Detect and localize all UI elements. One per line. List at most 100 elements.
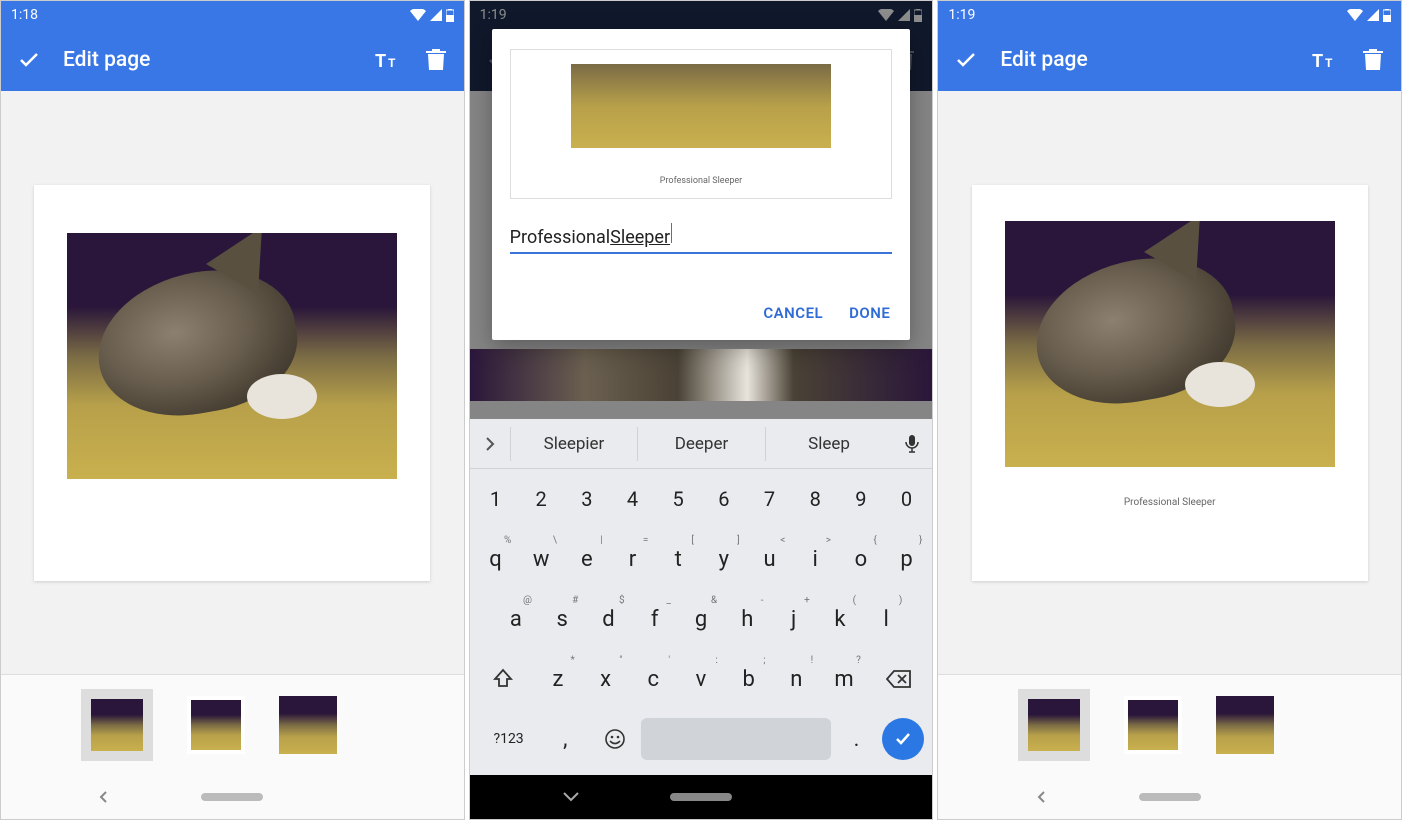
- key[interactable]: s#: [540, 593, 584, 645]
- key[interactable]: a@: [494, 593, 538, 645]
- key[interactable]: r=: [611, 533, 655, 585]
- key[interactable]: z*: [535, 653, 581, 705]
- svg-text:T: T: [1325, 56, 1333, 70]
- battery-icon: [1383, 9, 1391, 22]
- text-style-icon[interactable]: TT: [374, 46, 402, 74]
- page-preview[interactable]: Professional Sleeper: [972, 185, 1368, 581]
- thumbnail-item[interactable]: [81, 689, 153, 761]
- key[interactable]: c': [630, 653, 676, 705]
- page-title: Edit page: [63, 48, 354, 72]
- key[interactable]: t[: [656, 533, 700, 585]
- key[interactable]: b;: [726, 653, 772, 705]
- key[interactable]: y]: [702, 533, 746, 585]
- key[interactable]: 9: [839, 473, 883, 525]
- period-key[interactable]: .: [833, 713, 881, 765]
- emoji-key[interactable]: [591, 713, 639, 765]
- wifi-icon: [1347, 9, 1363, 21]
- svg-text:T: T: [388, 56, 396, 70]
- key[interactable]: k(: [818, 593, 862, 645]
- confirm-icon[interactable]: [15, 46, 43, 74]
- suggestion-item[interactable]: Deeper: [637, 427, 765, 461]
- delete-icon[interactable]: [1359, 46, 1387, 74]
- keyboard-hide-icon[interactable]: [562, 791, 580, 803]
- key[interactable]: o{: [839, 533, 883, 585]
- key[interactable]: n!: [774, 653, 820, 705]
- photo-image: [1005, 221, 1335, 467]
- page-caption: Professional Sleeper: [1124, 497, 1216, 508]
- shift-key[interactable]: [474, 653, 533, 705]
- key[interactable]: m?: [821, 653, 867, 705]
- suggestion-item[interactable]: Sleep: [765, 427, 893, 461]
- key[interactable]: l): [864, 593, 908, 645]
- mic-icon[interactable]: [892, 434, 932, 454]
- key[interactable]: w\: [519, 533, 563, 585]
- dialog-page-preview: Professional Sleeper: [510, 49, 893, 199]
- thumbnail-strip[interactable]: [1, 675, 464, 775]
- android-nav-bar: [1, 775, 464, 819]
- home-pill[interactable]: [1139, 793, 1201, 801]
- backspace-key[interactable]: [869, 653, 928, 705]
- done-button[interactable]: DONE: [849, 304, 890, 322]
- emoji-icon: [604, 728, 626, 750]
- keyboard-row-bottom: ?123 , .: [470, 709, 933, 775]
- back-icon[interactable]: [1035, 790, 1049, 804]
- key[interactable]: v:: [678, 653, 724, 705]
- key[interactable]: q%: [474, 533, 518, 585]
- comma-key[interactable]: ,: [541, 713, 589, 765]
- key[interactable]: d$: [586, 593, 630, 645]
- keyboard-row-1: q% w\ e| r= t[ y] u< i> o{ p}: [470, 529, 933, 589]
- key[interactable]: 3: [565, 473, 609, 525]
- signal-icon: [1367, 9, 1379, 21]
- photo-image: [571, 64, 831, 148]
- key[interactable]: x": [583, 653, 629, 705]
- check-icon: [893, 729, 913, 749]
- key[interactable]: j+: [771, 593, 815, 645]
- home-pill[interactable]: [670, 793, 732, 801]
- space-key[interactable]: [641, 718, 831, 760]
- key[interactable]: 8: [793, 473, 837, 525]
- thumbnail-item[interactable]: [1018, 689, 1090, 761]
- suggestion-row: Sleepier Deeper Sleep: [470, 419, 933, 469]
- text-style-icon[interactable]: TT: [1311, 46, 1339, 74]
- key[interactable]: 0: [885, 473, 929, 525]
- thumbnail-item[interactable]: [279, 696, 337, 754]
- key[interactable]: 2: [519, 473, 563, 525]
- delete-icon[interactable]: [422, 46, 450, 74]
- key[interactable]: 1: [474, 473, 518, 525]
- key[interactable]: 6: [702, 473, 746, 525]
- key[interactable]: p}: [885, 533, 929, 585]
- thumbnail-item[interactable]: [1124, 696, 1182, 754]
- key[interactable]: h-: [725, 593, 769, 645]
- status-time: 1:19: [948, 7, 975, 23]
- key[interactable]: e|: [565, 533, 609, 585]
- thumbnail-strip[interactable]: [938, 675, 1401, 775]
- status-icons: [1347, 9, 1391, 22]
- thumbnail-item[interactable]: [1216, 696, 1274, 754]
- page-preview[interactable]: [34, 185, 430, 581]
- symbols-key[interactable]: ?123: [478, 713, 540, 765]
- app-bar: Edit page TT: [938, 29, 1401, 91]
- expand-suggestions-icon[interactable]: [470, 436, 510, 452]
- key[interactable]: 4: [611, 473, 655, 525]
- android-nav-bar: [938, 775, 1401, 819]
- suggestion-item[interactable]: Sleepier: [510, 427, 638, 461]
- key[interactable]: u<: [748, 533, 792, 585]
- thumbnail-item[interactable]: [187, 696, 245, 754]
- status-bar: 1:18: [1, 1, 464, 29]
- preview-caption: Professional Sleeper: [660, 176, 742, 186]
- status-icons: [410, 9, 454, 22]
- key[interactable]: g&: [679, 593, 723, 645]
- phone-screen-left: 1:18 Edit page TT: [0, 0, 465, 820]
- cancel-button[interactable]: CANCEL: [763, 304, 823, 322]
- key[interactable]: f_: [633, 593, 677, 645]
- page-preview-area: Professional Sleeper: [938, 91, 1401, 674]
- caption-input[interactable]: Professional Sleeper: [510, 223, 893, 254]
- enter-key[interactable]: [882, 718, 924, 760]
- key[interactable]: i>: [793, 533, 837, 585]
- key[interactable]: 7: [748, 473, 792, 525]
- confirm-icon[interactable]: [952, 46, 980, 74]
- content-area: Professional Sleeper: [938, 91, 1401, 775]
- key[interactable]: 5: [656, 473, 700, 525]
- back-icon[interactable]: [97, 790, 111, 804]
- home-pill[interactable]: [201, 793, 263, 801]
